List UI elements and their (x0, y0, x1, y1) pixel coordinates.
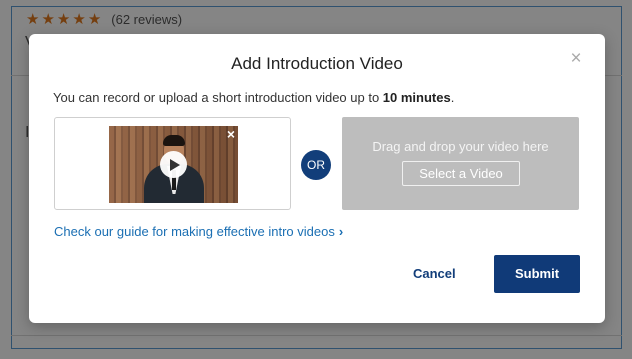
guide-link-text: Check our guide for making effective int… (54, 224, 335, 239)
chevron-right-icon: › (338, 224, 344, 239)
description-suffix: . (450, 90, 455, 105)
select-video-button[interactable]: Select a Video (402, 161, 520, 186)
recorded-video-box: × (54, 117, 291, 210)
submit-button[interactable]: Submit (494, 255, 580, 293)
remove-video-icon[interactable]: × (227, 127, 235, 141)
description-text: You can record or upload a short introdu… (53, 90, 383, 105)
video-thumbnail[interactable]: × (109, 126, 238, 203)
modal-title: Add Introduction Video (231, 54, 403, 73)
description-duration: 10 minutes (382, 90, 451, 105)
video-drop-zone[interactable]: Drag and drop your video here Select a V… (342, 117, 579, 210)
drop-zone-text: Drag and drop your video here (372, 139, 549, 154)
play-icon[interactable] (160, 151, 187, 178)
or-divider-badge: OR (301, 150, 331, 180)
modal-description: You can record or upload a short introdu… (53, 90, 454, 105)
cancel-button[interactable]: Cancel (413, 266, 456, 281)
close-icon[interactable]: × (565, 48, 587, 70)
intro-video-guide-link[interactable]: Check our guide for making effective int… (54, 224, 343, 239)
add-intro-video-modal: Add Introduction Video × You can record … (29, 34, 605, 323)
